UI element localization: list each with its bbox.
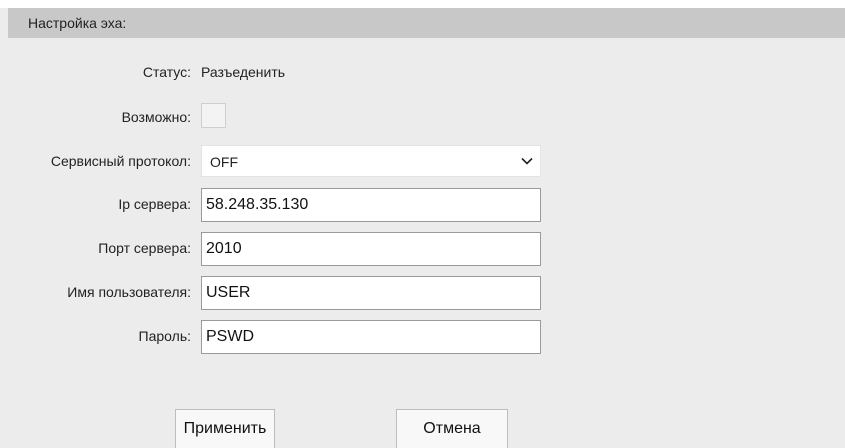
username-row: Имя пользователя: — [0, 276, 845, 310]
server-port-row: Порт сервера: — [0, 232, 845, 266]
section-title: Настройка эха: — [28, 15, 127, 31]
server-ip-input[interactable] — [201, 188, 541, 222]
echo-settings-page: Настройка эха: Статус: Разъеденить Возмо… — [0, 0, 845, 448]
server-port-input[interactable] — [201, 232, 541, 266]
service-protocol-label: Сервисный протокол: — [50, 153, 191, 169]
enable-label: Возможно: — [121, 109, 191, 125]
service-protocol-selected: OFF — [210, 154, 238, 170]
apply-button[interactable]: Применить — [175, 409, 275, 448]
server-ip-label: Ip сервера: — [118, 196, 191, 212]
username-label: Имя пользователя: — [67, 284, 191, 300]
server-ip-row: Ip сервера: — [0, 188, 845, 222]
enable-checkbox[interactable] — [201, 103, 226, 128]
server-port-label: Порт сервера: — [98, 240, 191, 256]
password-input[interactable] — [201, 320, 541, 354]
password-label: Пароль: — [138, 328, 191, 344]
section-header: Настройка эха: — [8, 8, 845, 38]
top-strip — [0, 0, 845, 8]
username-input[interactable] — [201, 276, 541, 310]
status-label: Статус: — [142, 64, 191, 80]
chevron-down-icon — [521, 157, 533, 165]
cancel-button[interactable]: Отмена — [396, 409, 508, 448]
enable-row: Возможно: — [0, 101, 845, 133]
service-protocol-row: Сервисный протокол: OFF — [0, 145, 845, 177]
password-row: Пароль: — [0, 320, 845, 354]
status-value: Разъеденить — [201, 64, 286, 80]
service-protocol-select[interactable]: OFF — [201, 145, 541, 177]
status-row: Статус: Разъеденить — [0, 56, 845, 88]
